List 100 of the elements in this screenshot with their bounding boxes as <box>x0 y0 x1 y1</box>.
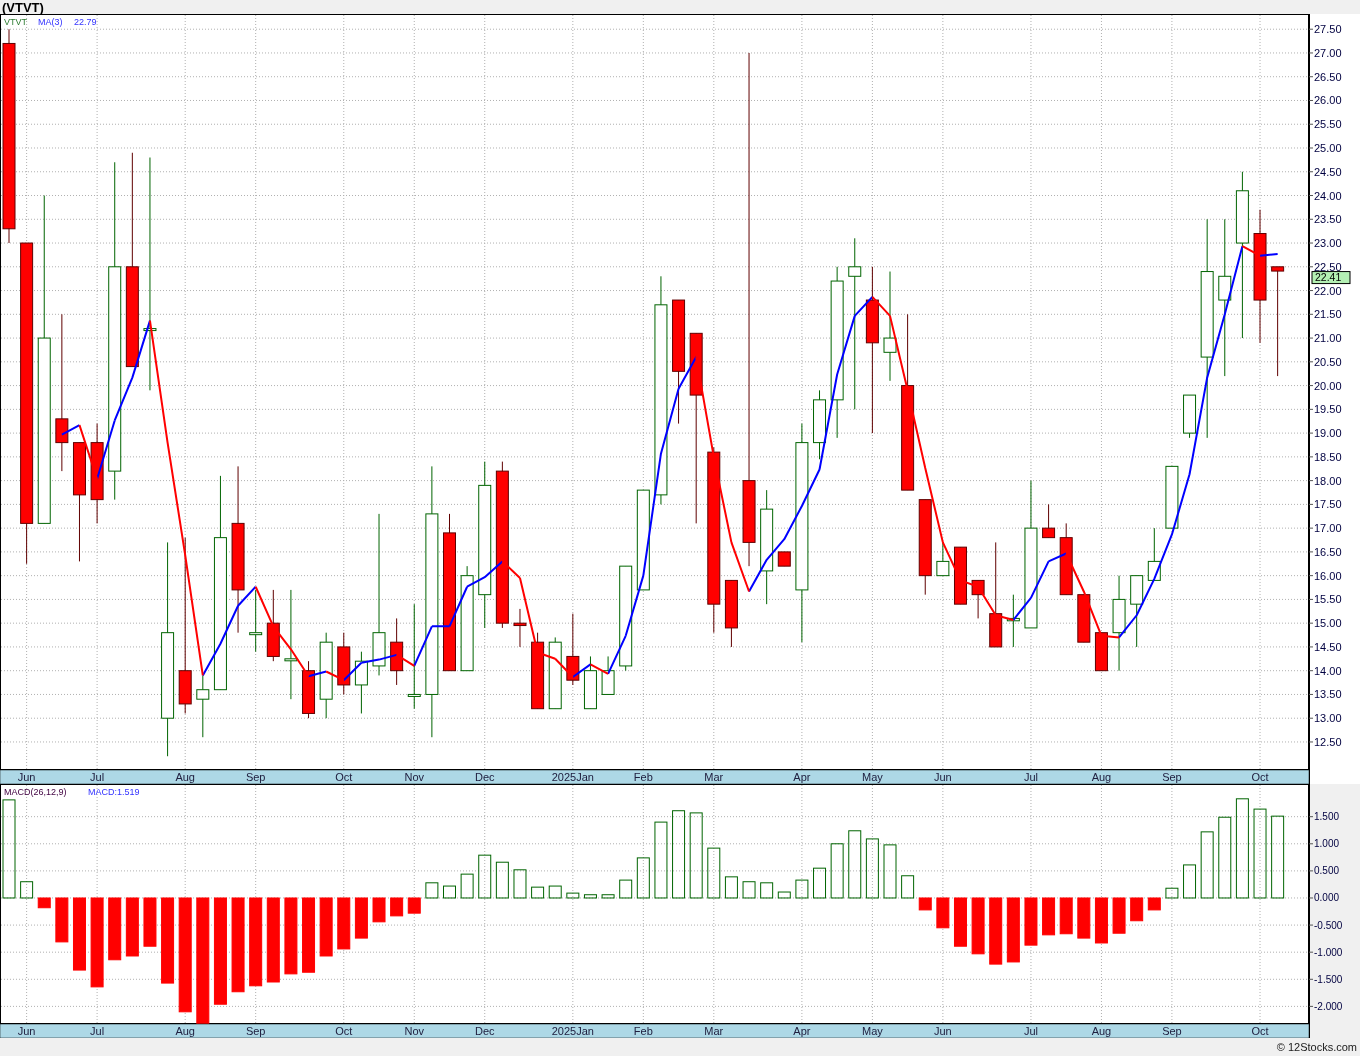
date-label: Nov <box>404 1025 425 1037</box>
candlestick <box>354 651 368 714</box>
date-label: Aug <box>175 771 195 783</box>
candlestick <box>302 660 316 719</box>
macd-bar <box>1147 897 1161 911</box>
candlestick <box>1094 632 1108 672</box>
date-label: Oct <box>335 1025 353 1037</box>
date-label: Jun <box>17 1025 36 1037</box>
macd-bar <box>390 897 404 917</box>
candlestick <box>1147 527 1161 581</box>
macd-bar <box>1006 897 1020 963</box>
copyright-text: © 12Stocks.com <box>1276 1041 1357 1053</box>
candlestick <box>601 655 615 695</box>
axis-label: 22.00 <box>1314 284 1342 297</box>
date-label: Sep <box>1162 1025 1182 1037</box>
date-label: Jun <box>17 771 36 783</box>
axis-label: 15.50 <box>1314 593 1342 606</box>
macd-bar <box>795 879 809 899</box>
date-label: Dec <box>474 771 495 783</box>
macd-bar <box>636 857 650 899</box>
axis-label: 21.50 <box>1314 308 1342 321</box>
axis-label: 23.00 <box>1314 237 1342 250</box>
macd-bar <box>1077 897 1091 939</box>
macd-bar <box>707 847 721 899</box>
macd-bar <box>1200 831 1214 899</box>
indicator-label: MA(3) <box>38 17 63 27</box>
macd-bar <box>1059 897 1073 935</box>
axis-label: 20.50 <box>1314 355 1342 368</box>
candlestick <box>513 608 527 648</box>
axis-label: 21.00 <box>1314 332 1342 345</box>
date-label: Feb <box>633 771 653 783</box>
date-label: Dec <box>474 1025 495 1037</box>
last-price-tag: 22.41 <box>1311 271 1351 285</box>
macd-bar <box>55 897 69 943</box>
macd-bar <box>901 875 915 899</box>
macd-bar <box>883 844 897 899</box>
macd-bar <box>319 897 333 957</box>
axis-label: 25.00 <box>1314 142 1342 154</box>
macd-bar <box>936 897 950 929</box>
axis-label: 0.000 <box>1314 892 1340 904</box>
date-label: Mar <box>704 1025 724 1037</box>
macd-bar <box>724 876 738 899</box>
candlestick <box>1183 394 1197 439</box>
macd-bar <box>354 897 368 939</box>
axis-label: 16.50 <box>1314 545 1342 558</box>
candlestick <box>777 551 791 567</box>
macd-bar <box>407 897 421 914</box>
axis-label: 12.50 <box>1314 735 1342 748</box>
macd-bar <box>971 897 985 955</box>
axis-label: 19.50 <box>1314 403 1342 416</box>
date-label: May <box>862 1025 883 1037</box>
macd-bar <box>37 897 51 909</box>
candlestick <box>954 546 967 605</box>
macd-bar <box>1183 864 1197 899</box>
macd-bar <box>1024 897 1038 946</box>
date-label: Mar <box>704 771 724 783</box>
axis-label: 17.00 <box>1314 522 1342 535</box>
macd-bar <box>143 897 157 947</box>
axis-label: 18.50 <box>1314 450 1342 463</box>
macd-bar <box>337 897 351 950</box>
indicator-value: 22.79 <box>74 17 97 27</box>
date-label: Jun <box>934 771 952 783</box>
candlestick <box>724 579 738 648</box>
axis-label: 14.50 <box>1314 640 1342 653</box>
axis-label: 26.00 <box>1314 94 1342 107</box>
date-label: Nov <box>404 771 425 783</box>
candlestick <box>337 632 351 695</box>
date-label: Apr <box>793 1025 811 1037</box>
indicator-value: MACD:1.519 <box>88 787 140 797</box>
candlestick <box>1077 594 1091 643</box>
date-label: Jun <box>934 1025 952 1037</box>
candlestick <box>583 655 597 710</box>
axis-label: 24.50 <box>1314 165 1342 178</box>
macd-bar <box>1094 897 1108 944</box>
macd-bar <box>548 885 562 899</box>
macd-bar <box>742 881 756 899</box>
macd-bar <box>495 861 509 899</box>
date-label: Sep <box>245 771 266 783</box>
axis-label: 22.50 <box>1314 260 1342 273</box>
candlestick <box>971 579 985 619</box>
date-label: 2025Jan <box>551 771 594 783</box>
candlestick <box>1042 503 1056 539</box>
axis-label: 23.50 <box>1314 213 1342 226</box>
macd-bar <box>1042 897 1056 936</box>
axis-label: 27.00 <box>1314 46 1342 59</box>
macd-bar <box>108 897 122 961</box>
date-label: May <box>862 771 883 783</box>
date-label: Aug <box>175 1025 195 1037</box>
axis-label: 24.00 <box>1314 189 1342 202</box>
macd-bar <box>1165 887 1179 899</box>
axis-label: 18.00 <box>1314 474 1342 487</box>
date-label: Oct <box>1251 771 1269 783</box>
axis-label: 1.500 <box>1314 811 1340 823</box>
macd-bar <box>513 869 527 899</box>
macd-bar <box>601 894 615 899</box>
axis-label: 15.00 <box>1314 617 1342 630</box>
date-label: Oct <box>335 771 353 783</box>
candlestick <box>936 541 950 577</box>
candlestick <box>813 389 826 460</box>
symbol-label: VTVT <box>4 17 27 27</box>
